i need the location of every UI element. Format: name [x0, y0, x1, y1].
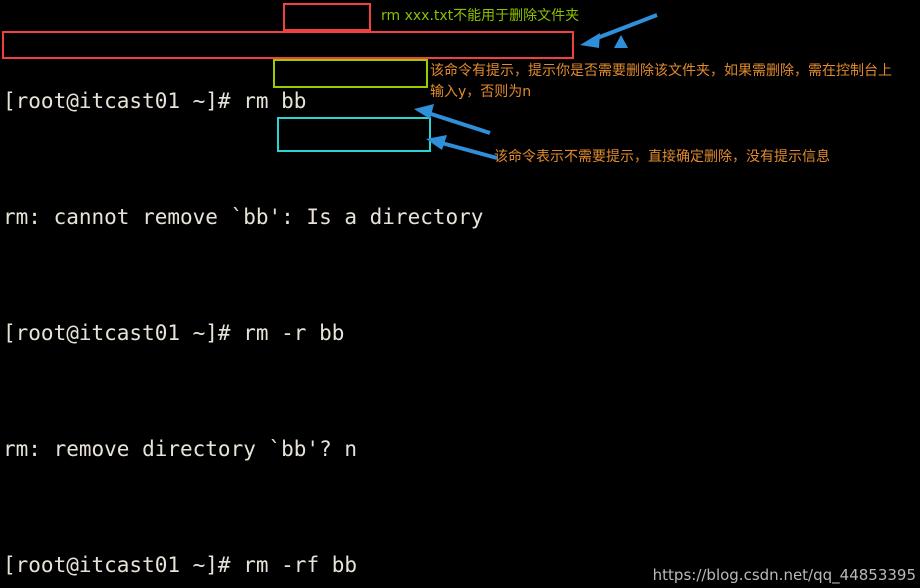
terminal-screenshot: [root@itcast01 ~]# rm bb rm: cannot remo…	[0, 0, 920, 588]
command-rm-r-bb: rm -r bb	[243, 321, 345, 345]
command-rm-bb: rm bb	[243, 89, 307, 113]
prompt-text: [root@itcast01 ~]#	[3, 321, 231, 345]
prompt-text: [root@itcast01 ~]#	[3, 89, 231, 113]
terminal-error-is-a-directory: rm: cannot remove `bb': Is a directory	[3, 205, 484, 229]
watermark: https://blog.csdn.net/qq_44853395	[652, 566, 916, 584]
command-rm-rf-bb: rm -rf bb	[243, 553, 358, 577]
annotation-rm-rf: 该命令表示不需要提示，直接确定删除，没有提示信息	[494, 149, 830, 165]
prompt-text: [root@itcast01 ~]#	[3, 553, 231, 577]
annotation-rm-r: 该命令有提示，提示你是否需要删除该文件夹，如果需删除，需在控制台上输入y，否则为…	[430, 63, 892, 100]
annotation-rm-file: rm xxx.txt不能用于删除文件夹	[381, 8, 580, 24]
terminal-prompt-remove-directory: rm: remove directory `bb'? n	[3, 437, 358, 461]
terminal-prompt-line: [root@itcast01 ~]# rm -r bb	[0, 319, 920, 348]
